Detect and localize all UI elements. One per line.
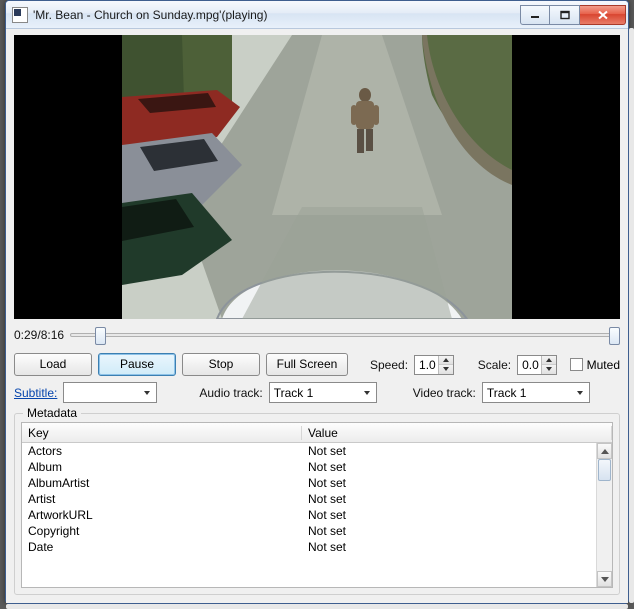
- seek-thumb-end[interactable]: [609, 327, 620, 345]
- table-row[interactable]: ArtistNot set: [22, 491, 596, 507]
- seek-thumb-start[interactable]: [95, 327, 106, 345]
- metadata-grid[interactable]: Key Value ActorsNot setAlbumNot setAlbum…: [21, 422, 613, 588]
- scroll-down-icon[interactable]: [597, 571, 612, 587]
- cell-value: Not set: [302, 444, 596, 458]
- table-row[interactable]: DateNot set: [22, 539, 596, 555]
- table-row[interactable]: AlbumArtistNot set: [22, 475, 596, 491]
- cell-value: Not set: [302, 524, 596, 538]
- table-row[interactable]: ArtworkURLNot set: [22, 507, 596, 523]
- chevron-down-icon: [573, 391, 587, 395]
- subtitle-combo[interactable]: [63, 382, 157, 403]
- cell-key: AlbumArtist: [22, 476, 302, 490]
- speed-up-icon[interactable]: [439, 356, 453, 365]
- chevron-down-icon: [140, 391, 154, 395]
- scale-spinner[interactable]: 0.0: [517, 355, 557, 375]
- cell-key: ArtworkURL: [22, 508, 302, 522]
- cell-value: Not set: [302, 540, 596, 554]
- cell-key: Actors: [22, 444, 302, 458]
- stop-button[interactable]: Stop: [182, 353, 260, 376]
- audio-track-combo[interactable]: Track 1: [269, 382, 377, 403]
- speed-label: Speed:: [370, 358, 408, 372]
- maximize-button[interactable]: [550, 5, 580, 25]
- window-title: 'Mr. Bean - Church on Sunday.mpg'(playin…: [33, 8, 520, 22]
- video-track-combo[interactable]: Track 1: [482, 382, 590, 403]
- load-button[interactable]: Load: [14, 353, 92, 376]
- scale-down-icon[interactable]: [542, 365, 556, 374]
- titlebar[interactable]: 'Mr. Bean - Church on Sunday.mpg'(playin…: [6, 1, 628, 29]
- table-row[interactable]: AlbumNot set: [22, 459, 596, 475]
- fullscreen-button[interactable]: Full Screen: [266, 353, 348, 376]
- video-frame-icon: [122, 35, 512, 319]
- outer-scroll-bottom: [6, 604, 628, 609]
- chevron-down-icon: [360, 391, 374, 395]
- metadata-group: Metadata Key Value ActorsNot setAlbumNot…: [14, 413, 620, 595]
- scale-label: Scale:: [478, 358, 511, 372]
- player-window: 'Mr. Bean - Church on Sunday.mpg'(playin…: [5, 0, 629, 604]
- table-row[interactable]: ActorsNot set: [22, 443, 596, 459]
- column-value[interactable]: Value: [302, 426, 612, 440]
- app-icon: [12, 7, 28, 23]
- scroll-up-icon[interactable]: [597, 443, 612, 459]
- close-button[interactable]: [580, 5, 626, 25]
- seek-slider[interactable]: [70, 325, 620, 345]
- outer-scroll-right: [629, 28, 634, 603]
- scroll-thumb[interactable]: [598, 459, 611, 481]
- table-row[interactable]: CopyrightNot set: [22, 523, 596, 539]
- cell-key: Copyright: [22, 524, 302, 538]
- scale-up-icon[interactable]: [542, 356, 556, 365]
- metadata-title: Metadata: [23, 406, 81, 420]
- audio-track-label: Audio track:: [199, 386, 262, 400]
- video-track-label: Video track:: [413, 386, 476, 400]
- muted-checkbox[interactable]: Muted: [570, 358, 620, 372]
- client-area: 0:29/8:16 Load Pause Stop Full Screen Sp…: [6, 29, 628, 603]
- minimize-button[interactable]: [520, 5, 550, 25]
- cell-value: Not set: [302, 492, 596, 506]
- cell-key: Date: [22, 540, 302, 554]
- subtitle-link[interactable]: Subtitle:: [14, 386, 57, 400]
- cell-value: Not set: [302, 508, 596, 522]
- column-key[interactable]: Key: [22, 426, 302, 440]
- cell-key: Album: [22, 460, 302, 474]
- speed-down-icon[interactable]: [439, 365, 453, 374]
- video-display[interactable]: [14, 35, 620, 319]
- speed-spinner[interactable]: 1.0: [414, 355, 454, 375]
- metadata-scrollbar[interactable]: [596, 443, 612, 587]
- pause-button[interactable]: Pause: [98, 353, 176, 376]
- time-display: 0:29/8:16: [14, 328, 64, 342]
- cell-value: Not set: [302, 460, 596, 474]
- cell-key: Artist: [22, 492, 302, 506]
- cell-value: Not set: [302, 476, 596, 490]
